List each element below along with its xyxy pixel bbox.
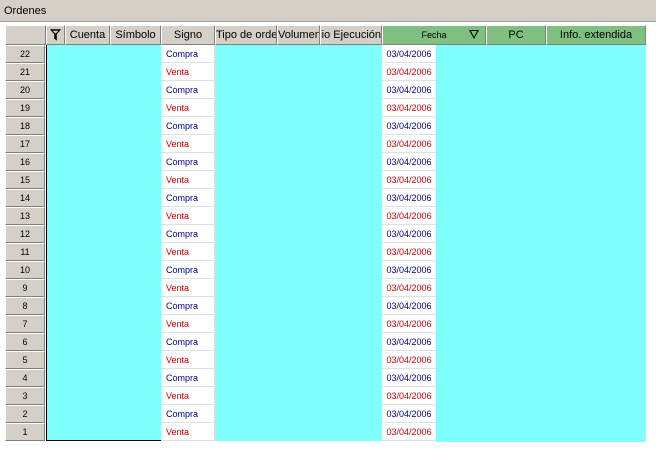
column-header-precio-ejecucion[interactable]: Precio Ejecución [320,25,382,45]
row-number[interactable]: 3 [5,387,45,405]
fecha-cell[interactable]: 03/04/2006 [382,225,436,243]
row-number[interactable]: 13 [5,207,45,225]
signo-cell[interactable]: Compra [161,225,215,243]
row-number[interactable]: 1 [5,423,45,441]
column-header-fecha-label: Fecha [421,30,447,40]
signo-cell[interactable]: Compra [161,297,215,315]
signo-cell[interactable]: Venta [161,135,215,153]
row-number[interactable]: 16 [5,153,45,171]
fecha-cell[interactable]: 03/04/2006 [382,423,436,441]
signo-cell[interactable]: Compra [161,117,215,135]
signo-cell[interactable]: Compra [161,369,215,387]
signo-cell[interactable]: Venta [161,351,215,369]
signo-cell[interactable]: Compra [161,153,215,171]
row-number[interactable]: 12 [5,225,45,243]
orders-grid[interactable]: Cuenta Símbolo Signo Tipo de orden Volum… [0,22,656,456]
cuenta-simbolo-column-block[interactable] [46,45,161,441]
fecha-cell[interactable]: 03/04/2006 [382,117,436,135]
fecha-cell[interactable]: 03/04/2006 [382,387,436,405]
signo-cell[interactable]: Venta [161,171,215,189]
row-number[interactable]: 14 [5,189,45,207]
column-header-tipo-orden[interactable]: Tipo de orden [215,25,277,45]
fecha-cell[interactable]: 03/04/2006 [382,99,436,117]
signo-cell[interactable]: Venta [161,279,215,297]
fecha-cell[interactable]: 03/04/2006 [382,189,436,207]
signo-cell[interactable]: Compra [161,405,215,423]
fecha-cell[interactable]: 03/04/2006 [382,315,436,333]
row-number[interactable]: 11 [5,243,45,261]
signo-cell[interactable]: Venta [161,243,215,261]
row-number[interactable]: 7 [5,315,45,333]
signo-cell[interactable]: Venta [161,387,215,405]
row-number[interactable]: 6 [5,333,45,351]
row-number[interactable]: 21 [5,63,45,81]
row-number[interactable]: 20 [5,81,45,99]
signo-cell[interactable]: Venta [161,99,215,117]
column-header-info-extendida[interactable]: Info. extendida [546,25,646,45]
row-number-header [5,25,46,45]
tipo-volumen-precio-column-block[interactable] [215,45,382,441]
column-header-volumen[interactable]: Volumen [277,25,320,45]
signo-cell[interactable]: Venta [161,315,215,333]
fecha-cell[interactable]: 03/04/2006 [382,261,436,279]
fecha-cell[interactable]: 03/04/2006 [382,297,436,315]
row-number[interactable]: 18 [5,117,45,135]
row-number[interactable]: 2 [5,405,45,423]
signo-cell[interactable]: Compra [161,189,215,207]
signo-cell[interactable]: Compra [161,45,215,63]
fecha-cell[interactable]: 03/04/2006 [382,369,436,387]
row-number[interactable]: 15 [5,171,45,189]
fecha-cell[interactable]: 03/04/2006 [382,153,436,171]
row-number[interactable]: 4 [5,369,45,387]
column-header-pc[interactable]: PC [486,25,546,45]
filter-button[interactable] [46,25,65,45]
fecha-cell[interactable]: 03/04/2006 [382,171,436,189]
fecha-cell[interactable]: 03/04/2006 [382,45,436,63]
row-number[interactable]: 10 [5,261,45,279]
column-header-simbolo[interactable]: Símbolo [110,25,161,45]
fecha-cell[interactable]: 03/04/2006 [382,207,436,225]
signo-cell[interactable]: Venta [161,63,215,81]
column-header-cuenta[interactable]: Cuenta [65,25,110,45]
fecha-cell[interactable]: 03/04/2006 [382,351,436,369]
sort-descending-icon [469,30,479,39]
fecha-cell[interactable]: 03/04/2006 [382,81,436,99]
signo-cell[interactable]: Venta [161,207,215,225]
row-number[interactable]: 8 [5,297,45,315]
fecha-cell[interactable]: 03/04/2006 [382,405,436,423]
fecha-cell[interactable]: 03/04/2006 [382,63,436,81]
filter-icon [49,29,62,41]
column-header-signo[interactable]: Signo [161,25,215,45]
window-titlebar: Ordenes [0,0,656,22]
signo-cell[interactable]: Compra [161,261,215,279]
fecha-cell[interactable]: 03/04/2006 [382,333,436,351]
row-number[interactable]: 22 [5,45,45,63]
signo-cell[interactable]: Venta [161,423,215,441]
fecha-cell[interactable]: 03/04/2006 [382,279,436,297]
row-number[interactable]: 9 [5,279,45,297]
row-number[interactable]: 5 [5,351,45,369]
row-number[interactable]: 17 [5,135,45,153]
row-number[interactable]: 19 [5,99,45,117]
fecha-cell[interactable]: 03/04/2006 [382,135,436,153]
signo-cell[interactable]: Compra [161,333,215,351]
pc-info-column-block[interactable] [436,45,646,442]
column-header-fecha[interactable]: Fecha [382,25,486,45]
signo-cell[interactable]: Compra [161,81,215,99]
window-title: Ordenes [4,5,47,17]
fecha-cell[interactable]: 03/04/2006 [382,243,436,261]
